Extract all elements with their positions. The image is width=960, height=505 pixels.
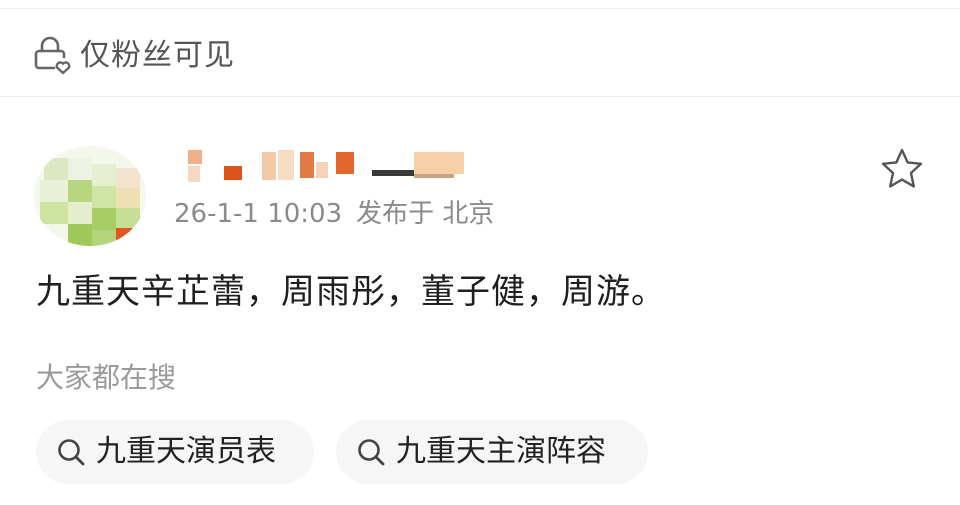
username-redacted[interactable] <box>180 146 480 186</box>
search-icon <box>358 439 385 466</box>
visibility-bar: 仅粉丝可见 <box>0 20 960 92</box>
post-content: 九重天辛芷蕾，周雨彤，董子健，周游。 <box>36 272 666 312</box>
top-divider <box>0 8 960 9</box>
search-chip-label: 九重天演员表 <box>96 434 276 469</box>
star-outline-icon[interactable] <box>878 146 926 192</box>
lock-heart-icon <box>34 36 71 75</box>
visibility-label: 仅粉丝可见 <box>80 38 235 73</box>
post-location: 发布于 北京 <box>356 199 495 229</box>
post-page: 仅粉丝可见 26-1-1 10:03 发布于 北京 九重天辛芷蕾，周雨彤，董子健… <box>0 0 960 505</box>
search-chip-label: 九重天主演阵容 <box>396 434 606 469</box>
search-icon <box>58 439 85 466</box>
avatar[interactable] <box>34 146 146 246</box>
header-divider <box>0 96 960 97</box>
trending-search-label: 大家都在搜 <box>36 361 177 394</box>
post-timestamp: 26-1-1 10:03 <box>174 199 343 229</box>
search-chip-main-cast[interactable]: 九重天主演阵容 <box>336 420 648 484</box>
search-chip-cast-list[interactable]: 九重天演员表 <box>36 420 314 484</box>
post-meta: 26-1-1 10:03 发布于 北京 <box>174 196 494 232</box>
